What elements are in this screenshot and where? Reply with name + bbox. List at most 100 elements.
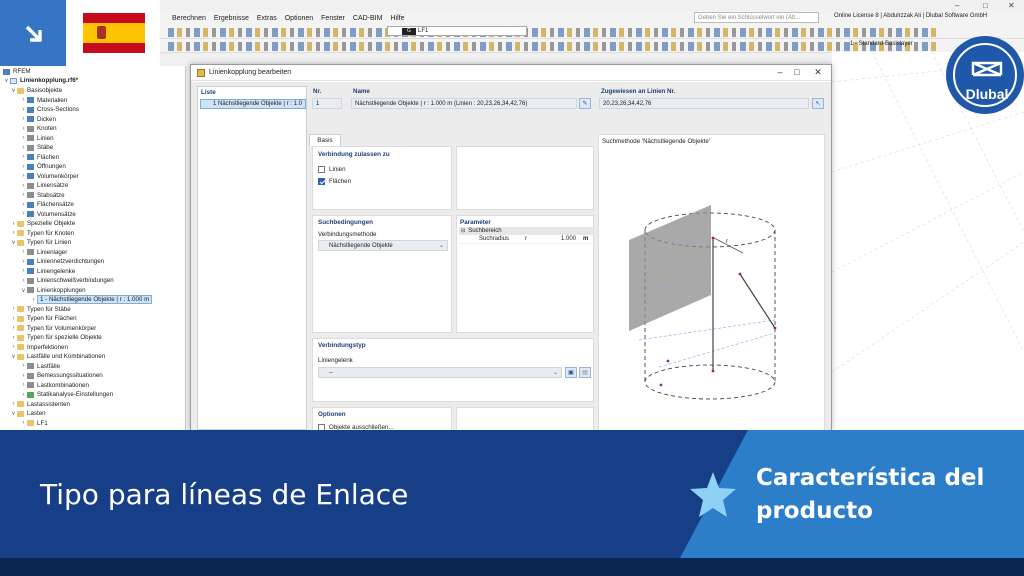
nav-item[interactable]: › Lastkombinationen: [20, 381, 89, 391]
nav-item[interactable]: › Linienlager: [20, 248, 68, 258]
chevron-right-icon[interactable]: ›: [10, 306, 17, 312]
chevron-right-icon[interactable]: ›: [30, 297, 37, 303]
chevron-right-icon[interactable]: ›: [10, 325, 17, 331]
maximize-icon[interactable]: □: [983, 1, 988, 10]
nav-item[interactable]: ∨ Basisobjekte: [10, 86, 62, 96]
chevron-down-icon[interactable]: ∨: [20, 287, 27, 294]
chevron-right-icon[interactable]: ›: [20, 126, 27, 132]
nav-item[interactable]: › Stabsätze: [20, 191, 65, 201]
hinge-select[interactable]: -- ⌄: [318, 367, 562, 378]
nav-item[interactable]: › Flächensätze: [20, 200, 74, 210]
checkbox-unchecked[interactable]: [318, 166, 325, 173]
chevron-right-icon[interactable]: ›: [20, 192, 27, 198]
nav-item[interactable]: › Imperfektionen: [10, 343, 68, 353]
chevron-right-icon[interactable]: ›: [10, 316, 17, 322]
chevron-right-icon[interactable]: ›: [20, 154, 27, 160]
chevron-down-icon[interactable]: ∨: [10, 87, 17, 94]
edit-hinge-button[interactable]: ▤: [579, 367, 591, 378]
maximize-icon[interactable]: □: [790, 67, 804, 77]
nav-item[interactable]: › Volumensätze: [20, 210, 76, 220]
menu-help[interactable]: Hilfe: [390, 15, 404, 22]
chevron-right-icon[interactable]: ›: [10, 221, 17, 227]
assigned-lines-field[interactable]: 20,23,26,34,42,76: [599, 98, 809, 109]
chevron-right-icon[interactable]: ›: [20, 363, 27, 369]
menu-tools[interactable]: Extras: [257, 15, 277, 22]
param-group-row[interactable]: ⊟ Suchbereich: [459, 227, 593, 235]
chevron-right-icon[interactable]: ›: [20, 278, 27, 284]
nav-item[interactable]: › Knoten: [20, 124, 57, 134]
nav-item[interactable]: › Flächen: [20, 153, 60, 163]
lines-checkbox[interactable]: Linien: [318, 166, 346, 173]
nav-item[interactable]: › Linien: [20, 134, 54, 144]
nav-item[interactable]: › LF1: [20, 419, 48, 429]
chevron-right-icon[interactable]: ›: [20, 164, 27, 170]
chevron-right-icon[interactable]: ›: [20, 107, 27, 113]
toolbar-icons[interactable]: [168, 28, 938, 37]
nav-item[interactable]: › Typen für Knoten: [10, 229, 75, 239]
chevron-right-icon[interactable]: ›: [20, 392, 27, 398]
chevron-right-icon[interactable]: ›: [10, 401, 17, 407]
layer-select[interactable]: 1 - Standard-Basislayer: [850, 41, 913, 47]
chevron-right-icon[interactable]: ›: [20, 211, 27, 217]
minimize-icon[interactable]: –: [955, 1, 959, 10]
menu-results[interactable]: Ergebnisse: [214, 15, 249, 22]
new-hinge-button[interactable]: ▣: [565, 367, 577, 378]
chevron-right-icon[interactable]: ›: [20, 116, 27, 122]
nav-item[interactable]: › Volumenkörper: [20, 172, 79, 182]
nav-item[interactable]: › Typen für Stäbe: [10, 305, 71, 315]
chevron-right-icon[interactable]: ›: [10, 230, 17, 236]
nav-item[interactable]: ∨ Lasten: [10, 409, 45, 419]
nav-item[interactable]: ∨ Typen für Linien: [10, 238, 71, 248]
name-field[interactable]: Nächstliegende Objekte | r : 1.000 m (Li…: [351, 98, 577, 109]
nav-item[interactable]: › Dicken: [20, 115, 56, 125]
chevron-right-icon[interactable]: ›: [20, 382, 27, 388]
tab-basis[interactable]: Basis: [309, 134, 341, 146]
close-icon[interactable]: ✕: [1008, 1, 1015, 10]
chevron-right-icon[interactable]: ›: [10, 344, 17, 350]
pick-lines-button[interactable]: ↖: [812, 98, 824, 109]
surfaces-checkbox[interactable]: Flächen: [318, 178, 351, 185]
search-input[interactable]: Geben Sie ein Schlüsselwort ein (Alt...: [694, 12, 819, 23]
edit-name-button[interactable]: ✎: [579, 98, 591, 109]
chevron-right-icon[interactable]: ›: [20, 249, 27, 255]
nav-item[interactable]: › Bemessungssituationen: [20, 371, 103, 381]
menu-cad-bim[interactable]: CAD-BIM: [353, 15, 383, 22]
chevron-right-icon[interactable]: ›: [20, 373, 27, 379]
nav-item[interactable]: › Liniensätze: [20, 181, 69, 191]
checkbox-checked[interactable]: [318, 178, 325, 185]
nav-item[interactable]: › Typen für Flächen: [10, 314, 77, 324]
chevron-down-icon[interactable]: ∨: [10, 239, 17, 246]
menu-calculate[interactable]: Berechnen: [172, 15, 206, 22]
nav-item[interactable]: › Liniengelenke: [20, 267, 76, 277]
chevron-down-icon[interactable]: ∨: [10, 353, 17, 360]
minimize-icon[interactable]: –: [773, 67, 787, 77]
nav-item[interactable]: › Statikanalyse-Einstellungen: [20, 390, 114, 400]
nav-item[interactable]: ∨ Lastfälle und Kombinationen: [10, 352, 105, 362]
nav-item[interactable]: › Öffnungen: [20, 162, 66, 172]
nav-item[interactable]: › Lastassistenten: [10, 400, 71, 410]
collapse-icon[interactable]: ⊟: [461, 228, 465, 234]
nav-item[interactable]: › Linienschweißverbindungen: [20, 276, 114, 286]
chevron-right-icon[interactable]: ›: [20, 420, 27, 426]
nav-file[interactable]: ∨ Linienkopplung.rf6*: [3, 76, 78, 86]
nr-field[interactable]: 1: [312, 98, 342, 109]
nav-item[interactable]: › Lastfälle: [20, 362, 61, 372]
nav-item[interactable]: › Materialien: [20, 96, 68, 106]
menu-options[interactable]: Optionen: [285, 15, 313, 22]
chevron-right-icon[interactable]: ›: [20, 97, 27, 103]
nav-item[interactable]: ∨ Linienkopplungen: [20, 286, 85, 296]
toolbar-icons[interactable]: [168, 42, 938, 51]
chevron-down-icon[interactable]: ∨: [3, 77, 10, 84]
chevron-down-icon[interactable]: ∨: [10, 410, 17, 417]
nav-item[interactable]: › Liniennetzverdichtungen: [20, 257, 105, 267]
param-row[interactable]: Suchradius r 1.000 m: [459, 235, 593, 244]
menu-window[interactable]: Fenster: [321, 15, 345, 22]
chevron-right-icon[interactable]: ›: [20, 202, 27, 208]
nav-item[interactable]: › Stäbe: [20, 143, 54, 153]
nav-item[interactable]: › Typen für spezielle Objekte: [10, 333, 102, 343]
chevron-right-icon[interactable]: ›: [10, 335, 17, 341]
list-item[interactable]: 1 Nächstliegende Objekte | r : 1.0: [200, 99, 306, 109]
chevron-right-icon[interactable]: ›: [20, 173, 27, 179]
chevron-right-icon[interactable]: ›: [20, 268, 27, 274]
nav-item[interactable]: › Typen für Volumenkörper: [10, 324, 97, 334]
